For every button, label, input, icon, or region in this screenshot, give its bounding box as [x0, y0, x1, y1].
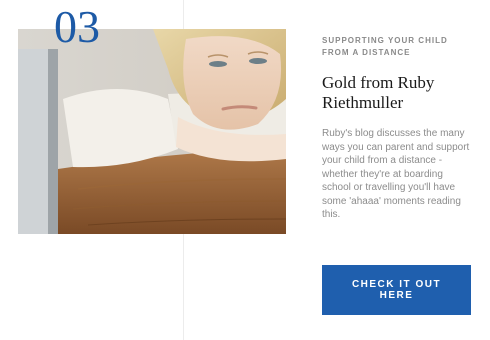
check-it-out-button[interactable]: CHECK IT OUT HERE [322, 265, 471, 315]
article-photo [18, 29, 286, 234]
article-title: Gold from Ruby Riethmuller [322, 73, 435, 112]
article-card: 03 SUPPORTING YOUR CHILD FROM A DISTANCE… [0, 0, 490, 340]
article-eyebrow: SUPPORTING YOUR CHILD FROM A DISTANCE [322, 36, 448, 57]
item-number: 03 [54, 1, 100, 52]
article-description: Ruby's blog discusses the many ways you … [322, 128, 470, 220]
